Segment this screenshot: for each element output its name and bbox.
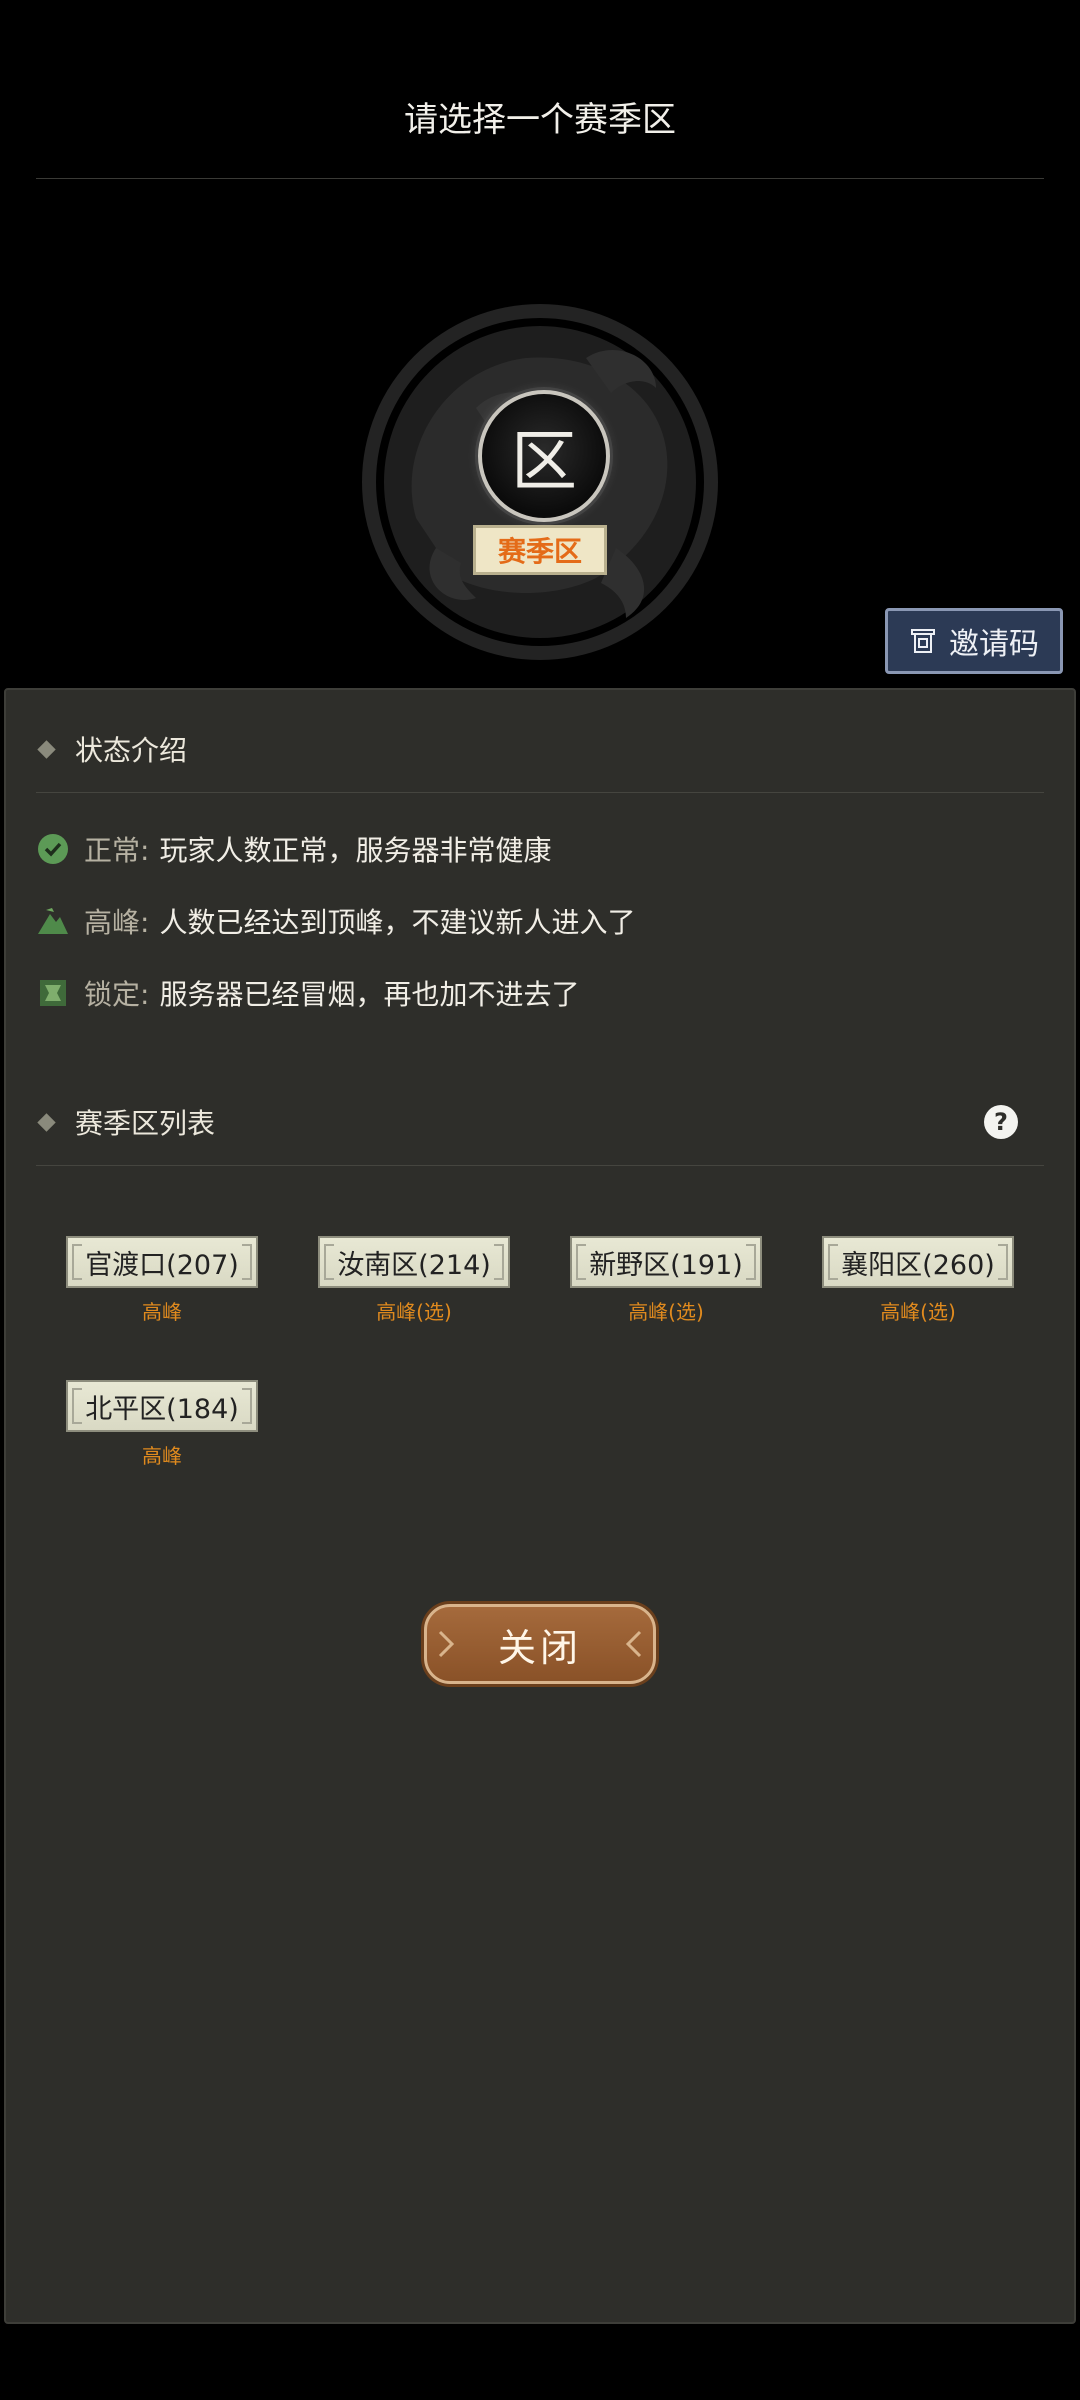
server-name[interactable]: 襄阳区(260) [822, 1236, 1014, 1288]
status-lock-row: 锁定: 服务器已经冒烟，再也加不进去了 [36, 973, 579, 1013]
status-heading-text: 状态介绍 [75, 734, 188, 767]
server-state: 高峰 [142, 1300, 182, 1324]
close-button[interactable]: 关闭 [424, 1604, 656, 1684]
server-name[interactable]: 新野区(191) [570, 1236, 762, 1288]
title-divider [36, 178, 1044, 179]
server-item[interactable]: 官渡口(207) 高峰 [66, 1236, 258, 1325]
server-item[interactable]: 襄阳区(260) 高峰(选) [822, 1236, 1014, 1325]
help-icon[interactable]: ? [984, 1105, 1018, 1139]
diamond-icon [37, 739, 56, 759]
season-list-divider [36, 1165, 1044, 1166]
server-state: 高峰 [142, 1444, 182, 1468]
close-label: 关闭 [497, 1625, 582, 1670]
chevron-right-icon [438, 1630, 455, 1658]
lock-icon [40, 980, 66, 1006]
server-state: 高峰(选) [628, 1300, 704, 1324]
status-lock-desc: 服务器已经冒烟，再也加不进去了 [159, 978, 580, 1011]
scroll-icon [911, 629, 935, 653]
invite-code-button[interactable]: 邀请码 [885, 608, 1063, 674]
status-peak-desc: 人数已经达到顶峰，不建议新人进入了 [159, 906, 636, 939]
season-list-heading: 赛季区列表 [37, 1102, 216, 1142]
season-zone-tag: 赛季区 [473, 525, 607, 575]
server-name[interactable]: 汝南区(214) [318, 1236, 510, 1288]
diamond-icon [37, 1112, 56, 1132]
server-item[interactable]: 北平区(184) 高峰 [66, 1380, 258, 1469]
invite-code-label: 邀请码 [949, 627, 1039, 662]
status-section-heading: 状态介绍 [37, 729, 188, 769]
page-title: 请选择一个赛季区 [404, 100, 676, 140]
status-peak-row: 高峰: 人数已经达到顶峰，不建议新人进入了 [36, 901, 635, 941]
season-list-heading-text: 赛季区列表 [75, 1107, 216, 1140]
server-state: 高峰(选) [880, 1300, 956, 1324]
status-normal-row: 正常: 玩家人数正常，服务器非常健康 [36, 829, 551, 869]
status-divider [36, 792, 1044, 793]
check-circle-icon [38, 834, 68, 864]
server-item[interactable]: 汝南区(214) 高峰(选) [318, 1236, 510, 1325]
status-peak-label: 高峰: [84, 906, 150, 939]
server-name[interactable]: 北平区(184) [66, 1380, 258, 1432]
server-item[interactable]: 新野区(191) 高峰(选) [570, 1236, 762, 1325]
peak-icon [38, 908, 68, 934]
server-state: 高峰(选) [376, 1300, 452, 1324]
status-normal-label: 正常: [84, 834, 150, 867]
season-badge: 区 [478, 390, 610, 522]
status-lock-label: 锁定: [84, 978, 150, 1011]
chevron-left-icon [625, 1630, 642, 1658]
server-name[interactable]: 官渡口(207) [66, 1236, 258, 1288]
status-normal-desc: 玩家人数正常，服务器非常健康 [159, 834, 552, 867]
